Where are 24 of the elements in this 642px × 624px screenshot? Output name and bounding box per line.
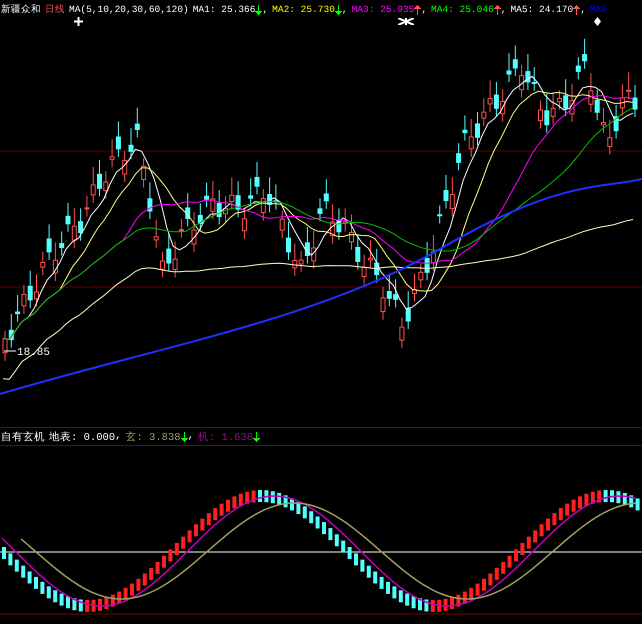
indicator-value: MA4: 25.046	[431, 4, 494, 15]
indicator-title: 自有玄机	[1, 430, 45, 444]
indicator-value: MA6	[590, 4, 608, 15]
indicator-value: MA3: 25.935	[352, 4, 414, 15]
separator: ,	[115, 430, 122, 444]
separator: ,	[500, 4, 506, 15]
period-label: 日线	[45, 3, 65, 16]
separator: ,	[580, 4, 586, 15]
indicator-value: 机: 1.638	[198, 430, 253, 444]
diamond-marker-icon	[594, 17, 601, 26]
cross-marker-icon	[398, 18, 414, 25]
separator: ,	[421, 4, 428, 15]
separator: ,	[342, 4, 348, 15]
price-marker-line	[4, 350, 16, 352]
separator: ,	[188, 430, 194, 444]
indicator-value: 玄: 3.838	[125, 430, 181, 444]
indicator-value: 地表: 0.000	[49, 430, 116, 444]
stock-name: 新疆众和	[1, 3, 41, 16]
indicator-value: MA2: 25.730	[272, 4, 335, 15]
indicator-value: MA5: 24.170	[510, 4, 574, 15]
separator: ,	[262, 4, 268, 15]
ma-parameters: MA(5,10,20,30,60,120)	[69, 4, 189, 15]
plus-marker-icon	[74, 17, 83, 26]
indicator-value: MA1: 25.366	[192, 4, 256, 15]
